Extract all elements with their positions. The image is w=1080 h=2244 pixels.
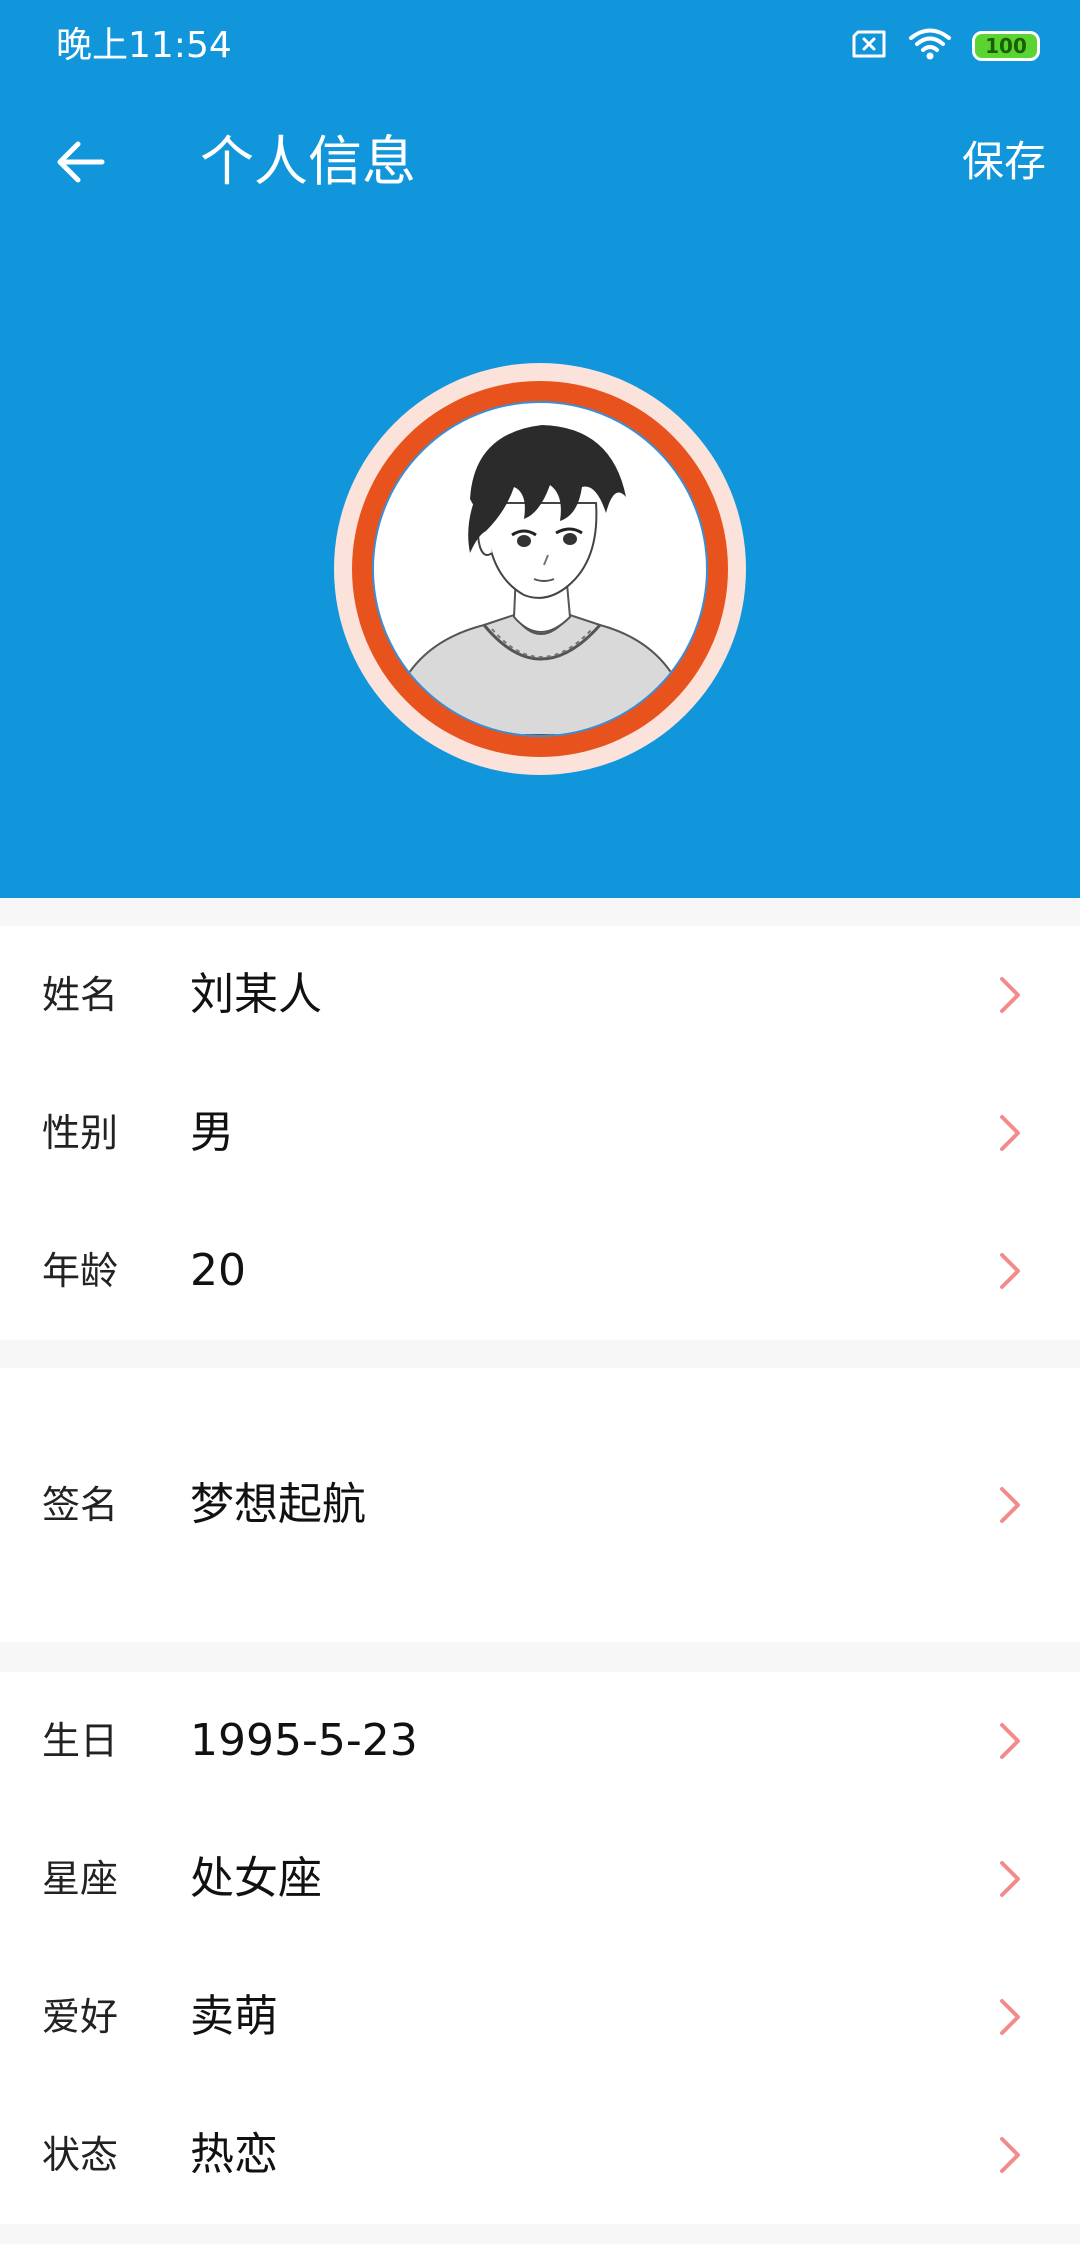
field-label: 年龄 bbox=[42, 1249, 119, 1293]
chevron-right-icon bbox=[1000, 1115, 1020, 1151]
field-value: 梦想起航 bbox=[190, 1479, 366, 1530]
chevron-right-icon bbox=[1000, 1487, 1020, 1523]
field-label: 爱好 bbox=[42, 1995, 119, 2039]
battery-icon: 100 bbox=[972, 31, 1040, 61]
status-time: 晚上11:54 bbox=[56, 25, 232, 66]
status-bar: 晚上11:54 100 bbox=[0, 0, 1080, 92]
more-info-section: 生日 1995-5-23 星座 处女座 爱好 卖萌 状态 热恋 bbox=[0, 1672, 1080, 2224]
sim-error-icon bbox=[850, 30, 888, 62]
list-item-signature[interactable]: 签名 梦想起航 bbox=[0, 1436, 1080, 1574]
field-value: 20 bbox=[190, 1245, 246, 1296]
toolbar: 个人信息 保存 bbox=[0, 92, 1080, 232]
basic-info-section: 姓名 刘某人 性别 男 年龄 20 bbox=[0, 926, 1080, 1340]
save-button[interactable]: 保存 bbox=[962, 134, 1046, 190]
avatar[interactable] bbox=[334, 363, 746, 775]
field-value: 热恋 bbox=[190, 2129, 278, 2180]
field-value: 卖萌 bbox=[190, 1991, 278, 2042]
signature-section: 签名 梦想起航 bbox=[0, 1368, 1080, 1642]
page-title: 个人信息 bbox=[200, 130, 416, 193]
field-label: 状态 bbox=[42, 2133, 119, 2177]
list-item-gender[interactable]: 性别 男 bbox=[0, 1064, 1080, 1202]
avatar-ring bbox=[352, 381, 728, 757]
back-button[interactable] bbox=[40, 122, 120, 202]
arrow-left-icon bbox=[57, 141, 105, 183]
chevron-right-icon bbox=[1000, 1999, 1020, 2035]
chevron-right-icon bbox=[1000, 1861, 1020, 1897]
list-item-birthday[interactable]: 生日 1995-5-23 bbox=[0, 1672, 1080, 1810]
chevron-right-icon bbox=[1000, 1253, 1020, 1289]
field-label: 生日 bbox=[42, 1719, 119, 1763]
field-label: 星座 bbox=[42, 1857, 119, 1901]
profile-header: 晚上11:54 100 个人信息 保存 bbox=[0, 0, 1080, 898]
chevron-right-icon bbox=[1000, 977, 1020, 1013]
field-value: 男 bbox=[190, 1107, 234, 1158]
list-item-status[interactable]: 状态 热恋 bbox=[0, 2086, 1080, 2224]
field-value: 1995-5-23 bbox=[190, 1715, 418, 1766]
wifi-icon bbox=[908, 27, 952, 65]
field-label: 签名 bbox=[42, 1483, 119, 1527]
chevron-right-icon bbox=[1000, 1723, 1020, 1759]
status-icons: 100 bbox=[850, 28, 1040, 64]
list-item-age[interactable]: 年龄 20 bbox=[0, 1202, 1080, 1340]
list-item-hobby[interactable]: 爱好 卖萌 bbox=[0, 1948, 1080, 2086]
field-value: 处女座 bbox=[190, 1853, 322, 1904]
list-item-zodiac[interactable]: 星座 处女座 bbox=[0, 1810, 1080, 1948]
avatar-image bbox=[372, 401, 708, 737]
field-label: 性别 bbox=[42, 1111, 119, 1155]
field-label: 姓名 bbox=[42, 973, 119, 1017]
field-value: 刘某人 bbox=[190, 969, 322, 1020]
list-item-name[interactable]: 姓名 刘某人 bbox=[0, 926, 1080, 1064]
chevron-right-icon bbox=[1000, 2137, 1020, 2173]
